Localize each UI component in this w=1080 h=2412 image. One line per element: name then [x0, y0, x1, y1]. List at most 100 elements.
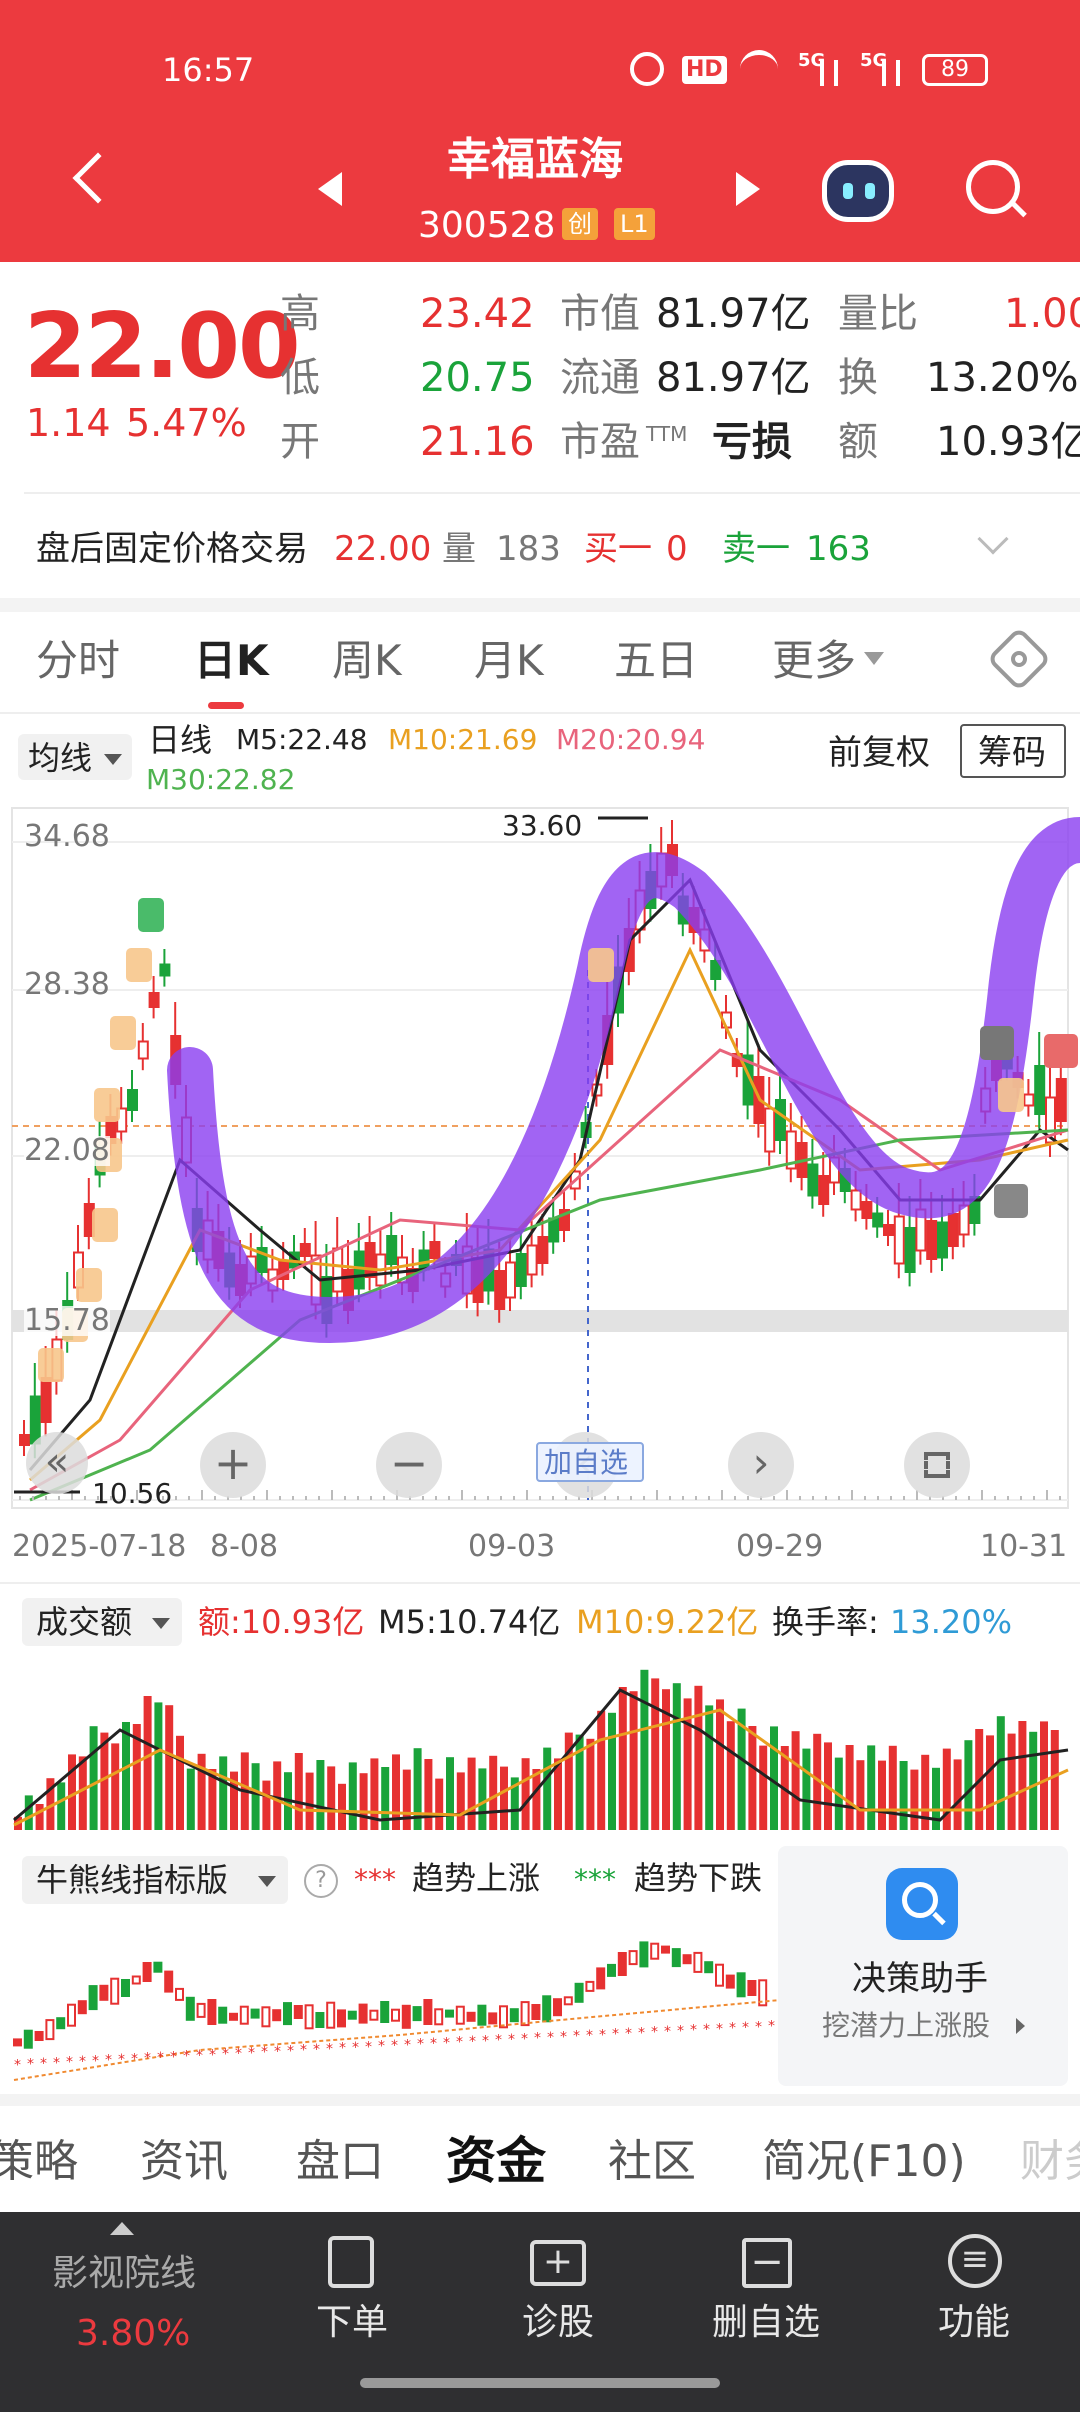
svg-text:*: *: [729, 2021, 736, 2037]
svg-text:*: *: [248, 2045, 255, 2061]
svg-text:*: *: [287, 2043, 294, 2059]
menu-icon: ≡: [948, 2234, 1002, 2288]
fullscreen-button[interactable]: [904, 1432, 970, 1498]
svg-text:*: *: [456, 2035, 463, 2051]
status-time: 16:57: [162, 51, 255, 89]
tab-monthly-k[interactable]: 月K: [474, 640, 544, 682]
decision-assistant-card[interactable]: 决策助手 挖潜力上涨股: [778, 1846, 1068, 2086]
amount-label: 额: [838, 419, 878, 465]
tab-weekly-k[interactable]: 周K: [332, 640, 402, 682]
order-button[interactable]: 下单: [316, 2305, 388, 2341]
svg-text:*: *: [625, 2026, 632, 2042]
float-value: 81.97亿: [656, 355, 811, 401]
next-stock-icon[interactable]: [736, 172, 760, 206]
dropdown-triangle-icon: [152, 1618, 170, 1629]
zoom-out-button[interactable]: −: [376, 1432, 442, 1498]
tab-daily-k[interactable]: 日K: [194, 640, 269, 682]
svg-text:*: *: [755, 2019, 762, 2035]
svg-text:*: *: [651, 2025, 658, 2041]
period-label: 日线: [148, 721, 213, 759]
volume-chart: [13, 1669, 1069, 1830]
svg-text:*: *: [14, 2057, 21, 2073]
svg-text:*: *: [677, 2023, 684, 2039]
y-axis-label-4: 15.78: [24, 1303, 110, 1338]
diagnosis-icon: +: [530, 2240, 586, 2286]
svg-text:*: *: [586, 2028, 593, 2044]
tab-five-day[interactable]: 五日: [614, 640, 698, 682]
tab-news[interactable]: 资讯: [140, 2140, 228, 2184]
diagnosis-button[interactable]: 诊股: [522, 2305, 594, 2341]
svg-text:*: *: [313, 2042, 320, 2058]
assistant-subtitle: 挖潜力上涨股: [822, 2009, 991, 2042]
prev-stock-icon[interactable]: [318, 172, 342, 206]
svg-text:*: *: [196, 2048, 203, 2064]
zoom-in-button[interactable]: +: [200, 1432, 266, 1498]
expand-up-icon[interactable]: [110, 2222, 134, 2235]
sector-name[interactable]: 影视院线: [52, 2256, 196, 2292]
pe-ttm-label: TTM: [646, 422, 688, 446]
tab-finance[interactable]: 财务: [1020, 2140, 1080, 2184]
scroll-left-button[interactable]: «: [26, 1432, 88, 1494]
level-badge: L1: [614, 208, 655, 240]
stock-name: 幸福蓝海: [447, 134, 623, 185]
tab-order-book[interactable]: 盘口: [296, 2140, 384, 2184]
chevron-right-icon: [1016, 2018, 1025, 2034]
robot-assistant-icon[interactable]: [822, 160, 894, 222]
volume-selector[interactable]: 成交额: [22, 1598, 182, 1646]
remove-watchlist-button[interactable]: 删自选: [712, 2305, 820, 2341]
date-label-3: 09-03: [468, 1529, 556, 1564]
ma20-label: M20:20.94: [556, 723, 706, 756]
price-change-pct: 5.47%: [126, 401, 247, 445]
svg-text:*: *: [430, 2036, 437, 2052]
turnover-value: 13.20%: [926, 355, 1079, 401]
tab-community[interactable]: 社区: [608, 2140, 696, 2184]
tab-f10[interactable]: 简况(F10): [762, 2140, 966, 2184]
next-candle-button[interactable]: ›: [728, 1432, 794, 1498]
volume-amount: 额:10.93亿: [198, 1603, 365, 1641]
help-icon[interactable]: ?: [304, 1864, 338, 1898]
chip-button-label: 筹码: [978, 733, 1046, 773]
svg-text:*: *: [768, 2019, 775, 2035]
tab-capital[interactable]: 资金: [446, 2136, 546, 2186]
dropdown-triangle-icon: [104, 754, 122, 765]
svg-text:*: *: [573, 2029, 580, 2045]
svg-text:*: *: [560, 2029, 567, 2045]
tab-more[interactable]: 更多: [772, 640, 856, 682]
date-label-1: 2025-07-18: [12, 1529, 187, 1564]
board-badge: 创: [562, 208, 598, 240]
volume-ratio-label: 量比: [838, 291, 918, 337]
assistant-title: 决策助手: [852, 1959, 988, 1999]
svg-text:*: *: [508, 2032, 515, 2048]
svg-text:*: *: [53, 2055, 60, 2071]
kline-chart[interactable]: [0, 800, 1080, 1510]
open-label: 开: [280, 419, 320, 465]
dropdown-triangle-icon: [258, 1876, 276, 1887]
svg-text:*: *: [27, 2057, 34, 2073]
after-hours-vol-label: 量: [442, 529, 476, 569]
ma-selector[interactable]: 均线: [18, 734, 132, 780]
fullscreen-icon: [924, 1452, 950, 1478]
expand-chevron-icon[interactable]: [977, 523, 1009, 555]
chip-distribution-button[interactable]: 筹码: [960, 724, 1066, 778]
turnover-rate-label: 换手率:: [772, 1603, 879, 1641]
price-change: 1.14: [26, 401, 111, 445]
open-value: 21.16: [420, 419, 535, 465]
signal-bars-icon-2: [882, 60, 900, 86]
add-watchlist-button[interactable]: 加自选: [536, 1442, 644, 1482]
svg-text:*: *: [274, 2044, 281, 2060]
tab-strategy[interactable]: 策略: [0, 2140, 78, 2184]
tab-intraday[interactable]: 分时: [36, 640, 120, 682]
y-axis-label-3: 22.08: [24, 1133, 110, 1168]
tab-active-indicator: [208, 702, 244, 709]
trend-up-marker-icon: ***: [354, 1863, 396, 1896]
indicator-selector[interactable]: 牛熊线指标版: [22, 1856, 288, 1904]
svg-text:*: *: [534, 2031, 541, 2047]
function-button[interactable]: 功能: [938, 2305, 1010, 2341]
adjust-mode-button[interactable]: 前复权: [828, 736, 930, 770]
pe-value: 亏损: [712, 419, 792, 465]
date-label-4: 09-29: [736, 1529, 824, 1564]
divider: [24, 492, 1080, 494]
y-axis-label-2: 28.38: [24, 967, 110, 1002]
svg-text:*: *: [300, 2043, 307, 2059]
svg-text:*: *: [131, 2051, 138, 2067]
